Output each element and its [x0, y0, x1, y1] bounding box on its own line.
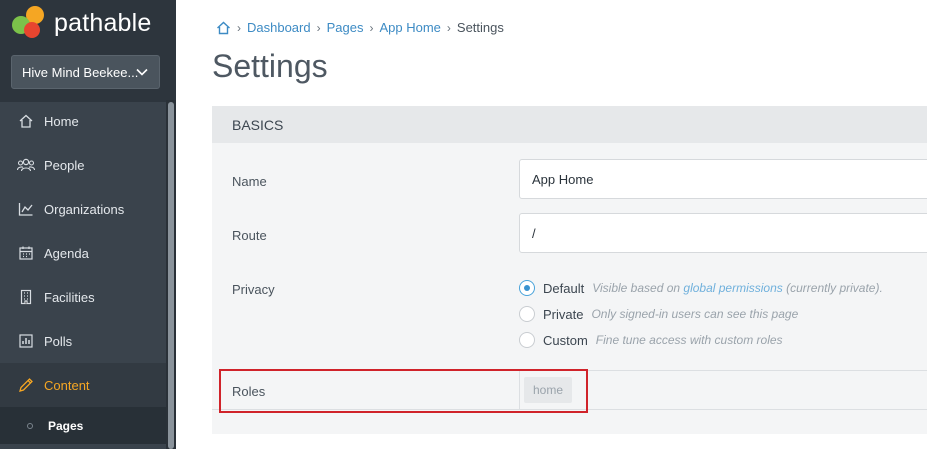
sidebar-item-label: Content — [44, 377, 90, 393]
people-icon — [17, 156, 35, 174]
radio-description: Only signed-in users can see this page — [591, 307, 799, 321]
route-input[interactable] — [519, 213, 927, 253]
global-permissions-link[interactable]: global permissions — [683, 281, 782, 295]
org-selector[interactable]: Hive Mind Beekee... — [11, 55, 160, 89]
organizations-icon — [17, 200, 35, 218]
sidebar-scrollbar-thumb[interactable] — [168, 102, 174, 449]
radio-description: Visible based on global permissions (cur… — [592, 281, 883, 295]
poll-icon — [17, 332, 35, 350]
breadcrumb: › Dashboard › Pages › App Home › Setting… — [216, 20, 504, 35]
pathable-logo-icon — [12, 6, 48, 40]
app-logo[interactable]: pathable — [12, 6, 152, 40]
chevron-right-icon: › — [446, 20, 451, 35]
sidebar-item-people[interactable]: People — [0, 143, 166, 187]
chevron-down-icon — [136, 68, 148, 76]
sidebar-nav: Home People Organizations Agenda Facilit… — [0, 99, 166, 444]
radio-description: Fine tune access with custom roles — [595, 333, 783, 347]
radio-custom[interactable] — [519, 332, 535, 348]
basics-heading: BASICS — [212, 106, 927, 143]
radio-private[interactable] — [519, 306, 535, 322]
radio-default[interactable] — [519, 280, 535, 296]
privacy-option-private[interactable]: Private Only signed-in users can see thi… — [519, 306, 798, 322]
sidebar-item-home[interactable]: Home — [0, 99, 166, 143]
org-selector-label: Hive Mind Beekee... — [22, 64, 139, 80]
route-label: Route — [232, 228, 267, 243]
name-input[interactable] — [519, 159, 927, 199]
sidebar-item-label: Polls — [44, 333, 73, 349]
chevron-right-icon: › — [369, 20, 374, 35]
sidebar-item-content[interactable]: Content — [0, 363, 166, 407]
sidebar-item-label: Facilities — [44, 289, 95, 305]
calendar-icon — [17, 244, 35, 262]
privacy-label: Privacy — [232, 282, 275, 297]
sidebar-item-facilities[interactable]: Facilities — [0, 275, 166, 319]
sidebar-subitem-pages[interactable]: Pages — [0, 407, 166, 444]
sidebar-item-label: People — [44, 157, 85, 173]
home-icon — [17, 112, 35, 130]
privacy-option-custom[interactable]: Custom Fine tune access with custom role… — [519, 332, 783, 348]
radio-label: Custom — [543, 332, 588, 348]
radio-label: Default — [543, 280, 585, 296]
name-label: Name — [232, 174, 267, 189]
sidebar-item-polls[interactable]: Polls — [0, 319, 166, 363]
bullet-icon — [27, 422, 33, 429]
breadcrumb-app-home[interactable]: App Home — [379, 20, 440, 35]
home-icon[interactable] — [216, 21, 231, 35]
breadcrumb-pages[interactable]: Pages — [327, 20, 364, 35]
sidebar-item-agenda[interactable]: Agenda — [0, 231, 166, 275]
breadcrumb-current: Settings — [456, 20, 504, 35]
sidebar-item-label: Organizations — [44, 201, 125, 217]
breadcrumb-dashboard[interactable]: Dashboard — [247, 20, 311, 35]
highlight-box — [219, 369, 588, 413]
sidebar-item-label: Home — [44, 113, 79, 129]
privacy-option-default[interactable]: Default Visible based on global permissi… — [519, 280, 883, 296]
sidebar-header: pathable Hive Mind Beekee... — [0, 0, 176, 102]
sidebar-subitem-label: Pages — [48, 418, 84, 433]
sidebar-item-organizations[interactable]: Organizations — [0, 187, 166, 231]
pencil-icon — [17, 376, 35, 394]
sidebar-item-label: Agenda — [44, 245, 89, 261]
chevron-right-icon: › — [237, 20, 241, 35]
radio-label: Private — [543, 306, 584, 322]
chevron-right-icon: › — [316, 20, 321, 35]
page-title: Settings — [212, 48, 328, 84]
building-icon — [17, 288, 35, 306]
logo-text: pathable — [54, 8, 152, 37]
